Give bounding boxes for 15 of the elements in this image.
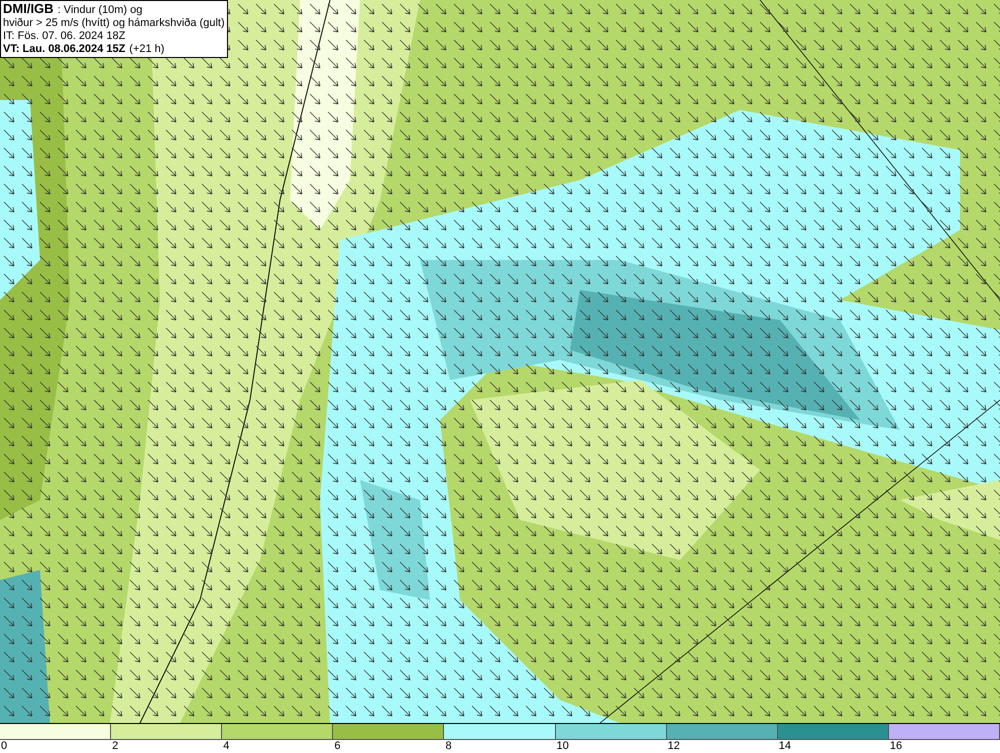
legend-label: 16 bbox=[888, 740, 902, 753]
legend-label: 0 bbox=[0, 740, 8, 753]
legend-label: 4 bbox=[222, 740, 230, 753]
issue-time: IT: Fös. 07. 06. 2024 18Z bbox=[3, 30, 126, 43]
info-subtitle: : Vindur (10m) og bbox=[58, 4, 142, 17]
info-title: DMI/IGB bbox=[3, 2, 54, 15]
valid-time: VT: Lau. 08.06.2024 15Z bbox=[3, 43, 126, 56]
legend-label: 10 bbox=[556, 740, 569, 753]
legend-label: 6 bbox=[333, 740, 340, 753]
legend-label: 2 bbox=[111, 740, 118, 753]
legend-label: 14 bbox=[778, 740, 792, 753]
info-description: hviður > 25 m/s (hvítt) og hámarkshviða (gult) bbox=[3, 17, 225, 30]
legend-label: 8 bbox=[444, 740, 452, 753]
forecast-offset: (+21 h) bbox=[129, 43, 164, 56]
legend-label: 12 bbox=[666, 740, 680, 753]
